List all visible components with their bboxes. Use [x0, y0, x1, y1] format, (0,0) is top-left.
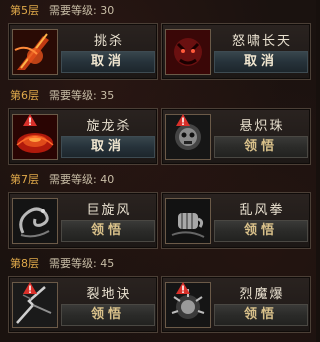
warning-icon [23, 282, 37, 294]
skill-name: 裂地诀 [86, 287, 132, 302]
skill-name: 怒啸长天 [231, 34, 292, 49]
layer-header: 第8层 需要等级: 45 [10, 256, 114, 272]
layer-label: 第6层 [10, 89, 39, 102]
skill-card[interactable]: 悬炽珠 领悟 [161, 108, 311, 165]
warning-icon [23, 114, 37, 126]
learn-button[interactable]: 领悟 [61, 220, 155, 242]
level-requirement: 需要等级: 35 [49, 89, 115, 102]
demon-roar-icon[interactable] [165, 29, 211, 75]
skill-card[interactable]: 旋龙杀 取消 [8, 108, 158, 165]
red-blade-icon[interactable] [12, 29, 58, 75]
cancel-button[interactable]: 取消 [61, 136, 155, 158]
level-requirement: 需要等级: 40 [49, 173, 115, 186]
learn-button[interactable]: 领悟 [214, 304, 308, 326]
skill-name: 烈魔爆 [239, 287, 285, 302]
skill-card[interactable]: 怒啸长天 取消 [161, 23, 311, 80]
skill-card[interactable]: 裂地诀 领悟 [8, 276, 158, 333]
learn-button[interactable]: 领悟 [214, 220, 308, 242]
layer-header: 第6层 需要等级: 35 [10, 88, 114, 104]
level-requirement: 需要等级: 45 [49, 257, 115, 270]
learn-button[interactable]: 领悟 [61, 304, 155, 326]
warning-icon [176, 282, 190, 294]
layer-label: 第8层 [10, 257, 39, 270]
dragon-coil-icon[interactable] [12, 198, 58, 244]
level-requirement: 需要等级: 30 [49, 4, 115, 17]
layer-label: 第7层 [10, 173, 39, 186]
skill-name: 旋龙杀 [86, 119, 132, 134]
skill-card[interactable]: 乱风拳 领悟 [161, 192, 311, 249]
warning-icon [176, 114, 190, 126]
skill-card[interactable]: 巨旋风 领悟 [8, 192, 158, 249]
skill-name: 乱风拳 [239, 203, 285, 218]
layer-header: 第7层 需要等级: 40 [10, 172, 114, 188]
cancel-button[interactable]: 取消 [214, 51, 308, 73]
layer-header: 第5层 需要等级: 30 [10, 3, 114, 19]
cancel-button[interactable]: 取消 [61, 51, 155, 73]
fist-icon[interactable] [165, 198, 211, 244]
skill-card[interactable]: 烈魔爆 领悟 [161, 276, 311, 333]
layer-label: 第5层 [10, 4, 39, 17]
skill-name: 巨旋风 [86, 203, 132, 218]
skill-tree-panel: 第5层 需要等级: 30 挑杀 取消 怒啸长天 取消 第6层 需要等级: 35 … [0, 0, 316, 342]
skill-card[interactable]: 挑杀 取消 [8, 23, 158, 80]
learn-button[interactable]: 领悟 [214, 136, 308, 158]
skill-name: 挑杀 [93, 34, 124, 49]
skill-name: 悬炽珠 [239, 119, 285, 134]
